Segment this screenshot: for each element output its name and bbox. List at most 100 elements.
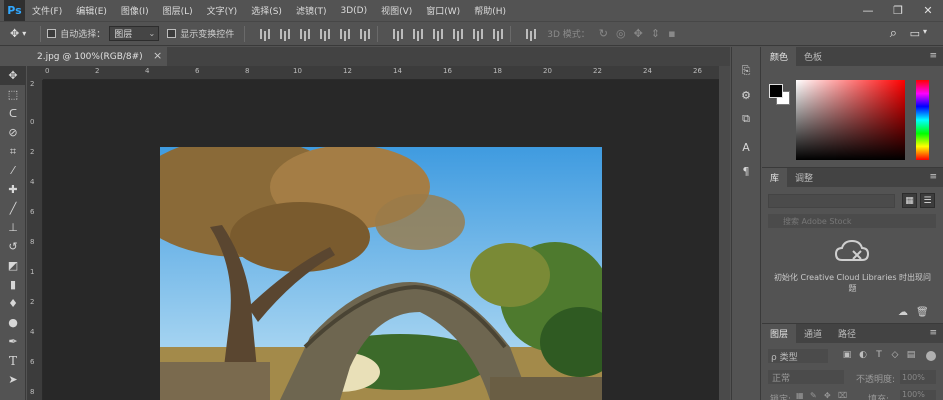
pen-tool[interactable]: ✒ [0, 332, 26, 351]
type-filter-icon[interactable]: T [874, 350, 884, 360]
distribute-right-icon[interactable] [488, 28, 500, 40]
align-hcenter-icon[interactable] [335, 28, 347, 40]
ruler-vertical[interactable]: 2 0 2 4 6 8 1 2 4 6 8 [27, 80, 43, 400]
distribute-hcenter-icon[interactable] [468, 28, 480, 40]
tab-swatches[interactable]: 色板 [796, 47, 830, 66]
menu-3d[interactable]: 3D(D) [333, 6, 374, 16]
dodge-tool[interactable]: ● [0, 313, 26, 332]
align-vcenter-icon[interactable] [275, 28, 287, 40]
panel-menu-icon[interactable]: ≡ [929, 51, 937, 61]
properties-icon[interactable]: ⚙ [732, 83, 760, 107]
tool-preset-picker[interactable]: ✥ ▾ [10, 27, 26, 40]
align-bottom-icon[interactable] [295, 28, 307, 40]
tab-paths[interactable]: 路径 [830, 324, 864, 343]
tab-layers[interactable]: 图层 [762, 324, 797, 343]
3d-slide-icon[interactable]: ⇕ [651, 27, 660, 40]
document-tab[interactable]: 2.jpg @ 100%(RGB/8#) × [27, 47, 167, 66]
lock-paint-icon[interactable]: ✎ [810, 391, 817, 400]
paragraph-icon[interactable]: ¶ [732, 159, 760, 183]
minimize-button[interactable]: — [853, 0, 883, 21]
close-icon[interactable]: × [153, 49, 162, 62]
menu-filter[interactable]: 滤镜(T) [289, 4, 334, 17]
path-select-tool[interactable]: ➤ [0, 370, 26, 389]
vertical-scrollbar[interactable] [719, 66, 730, 400]
3d-scale-icon[interactable]: ▪ [668, 27, 675, 40]
menu-file[interactable]: 文件(F) [25, 4, 69, 17]
character-icon[interactable]: A [732, 135, 760, 159]
lock-position-icon[interactable]: ✥ [824, 391, 831, 400]
marquee-tool[interactable]: ⬚ [0, 85, 26, 104]
menu-layer[interactable]: 图层(L) [156, 4, 200, 17]
hue-slider[interactable] [916, 80, 929, 160]
eyedropper-tool[interactable]: ⁄ [0, 161, 26, 180]
color-picker-field[interactable] [796, 80, 905, 160]
layer-filter-dropdown[interactable]: ρ 类型 [768, 349, 828, 363]
menu-select[interactable]: 选择(S) [244, 4, 289, 17]
move-tool[interactable]: ✥ [0, 66, 26, 85]
fill-input[interactable]: 100% [900, 390, 936, 400]
search-icon[interactable]: ⌕ [890, 26, 897, 41]
smart-object-filter-icon[interactable]: ▤ [906, 350, 916, 360]
healing-brush-tool[interactable]: ✚ [0, 180, 26, 199]
ruler-horizontal[interactable]: 0 2 4 6 8 10 12 14 16 18 20 22 24 26 [43, 66, 719, 80]
panel-menu-icon[interactable]: ≡ [929, 172, 937, 182]
close-window-button[interactable]: ✕ [913, 0, 943, 21]
quick-select-tool[interactable]: ⊘ [0, 123, 26, 142]
menu-type[interactable]: 文字(Y) [200, 4, 245, 17]
align-right-icon[interactable] [355, 28, 367, 40]
type-tool[interactable]: T [0, 351, 26, 370]
lasso-tool[interactable]: ᑕ [0, 104, 26, 123]
3d-rotate-icon[interactable]: ↻ [599, 27, 608, 40]
auto-align-icon[interactable] [521, 28, 533, 40]
align-top-icon[interactable] [255, 28, 267, 40]
adjustment-filter-icon[interactable]: ◐ [858, 350, 868, 360]
transform-controls-checkbox[interactable] [167, 29, 177, 38]
distribute-vcenter-icon[interactable] [408, 28, 420, 40]
distribute-bottom-icon[interactable] [428, 28, 440, 40]
foreground-color-swatch[interactable] [769, 84, 783, 98]
workspace-switcher[interactable]: ▭ ▾ [910, 27, 927, 40]
library-dropdown[interactable] [768, 194, 895, 208]
menu-edit[interactable]: 编辑(E) [69, 4, 114, 17]
tab-channels[interactable]: 通道 [796, 324, 830, 343]
panel-menu-icon[interactable]: ≡ [929, 328, 937, 338]
tab-libraries[interactable]: 库 [762, 168, 788, 187]
opacity-input[interactable]: 100% [900, 370, 936, 384]
auto-select-dropdown[interactable]: 图层 ⌄ [109, 26, 160, 41]
trash-icon[interactable]: 🗑 [916, 307, 929, 318]
tab-adjustments[interactable]: 调整 [787, 168, 821, 187]
filter-toggle[interactable] [926, 351, 936, 361]
menu-image[interactable]: 图像(I) [114, 4, 156, 17]
cloud-sync-icon[interactable]: ☁ [898, 307, 908, 318]
list-view-icon[interactable]: ☰ [920, 193, 935, 208]
distribute-top-icon[interactable] [388, 28, 400, 40]
stock-search-input[interactable]: 搜索 Adobe Stock [768, 214, 936, 228]
menu-help[interactable]: 帮助(H) [467, 4, 513, 17]
lock-all-icon[interactable]: ⌧ [838, 391, 847, 400]
3d-roll-icon[interactable]: ◎ [616, 27, 626, 40]
image-filter-icon[interactable]: ▣ [842, 350, 852, 360]
clone-stamp-tool[interactable]: ⊥ [0, 218, 26, 237]
document-image[interactable] [160, 147, 602, 400]
brush-tool[interactable]: ╱ [0, 199, 26, 218]
history-icon[interactable]: ⎘ [732, 59, 760, 83]
maximize-button[interactable]: ❐ [883, 0, 913, 21]
canvas-area[interactable] [43, 80, 719, 400]
auto-select-checkbox[interactable] [47, 29, 57, 38]
gradient-tool[interactable]: ▮ [0, 275, 26, 294]
tab-color[interactable]: 颜色 [762, 47, 797, 66]
blend-mode-dropdown[interactable]: 正常 [768, 370, 844, 384]
menu-view[interactable]: 视图(V) [374, 4, 419, 17]
grid-view-icon[interactable]: ▦ [902, 193, 917, 208]
eraser-tool[interactable]: ◩ [0, 256, 26, 275]
3d-drag-icon[interactable]: ✥ [634, 27, 643, 40]
distribute-left-icon[interactable] [448, 28, 460, 40]
blur-tool[interactable]: ♦ [0, 294, 26, 313]
menu-window[interactable]: 窗口(W) [419, 4, 467, 17]
lock-pixels-icon[interactable]: ▦ [796, 391, 804, 400]
align-left-icon[interactable] [315, 28, 327, 40]
crop-tool[interactable]: ⌗ [0, 142, 26, 161]
brush-presets-icon[interactable]: ⧉ [732, 107, 760, 131]
shape-filter-icon[interactable]: ◇ [890, 350, 900, 360]
history-brush-tool[interactable]: ↺ [0, 237, 26, 256]
